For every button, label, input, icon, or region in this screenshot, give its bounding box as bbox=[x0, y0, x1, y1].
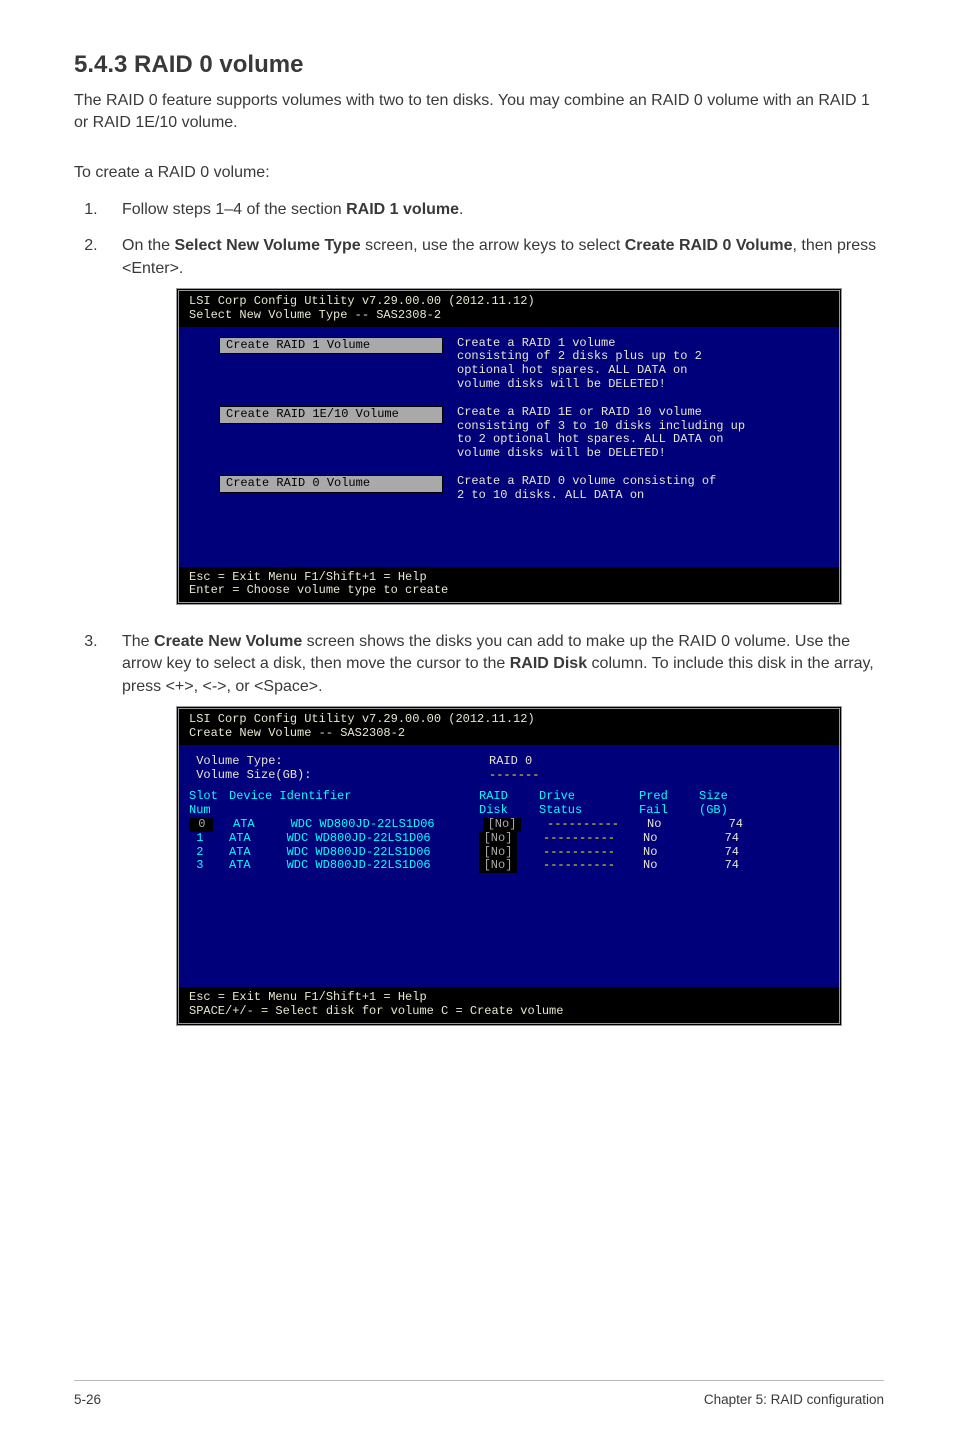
drive-status: ---------- bbox=[543, 832, 643, 846]
step3-bold-d: RAID Disk bbox=[510, 655, 587, 672]
hdr-blank bbox=[229, 804, 479, 818]
lead-paragraph: To create a RAID 0 volume: bbox=[74, 162, 884, 184]
term2-volsize-label: Volume Size(GB): bbox=[189, 769, 489, 783]
step1-bold: RAID 1 volume bbox=[346, 201, 459, 218]
hdr-pred: Pred bbox=[639, 790, 699, 804]
hdr-slot: Slot bbox=[189, 790, 229, 804]
term1-subtitle: Select New Volume Type -- SAS2308-2 bbox=[189, 309, 829, 323]
hdr-fail: Fail bbox=[639, 804, 699, 818]
slot-num: 2 bbox=[189, 846, 209, 860]
hdr-drive: Drive bbox=[539, 790, 639, 804]
term2-footer-1: Esc = Exit Menu F1/Shift+1 = Help bbox=[189, 991, 829, 1005]
intro-paragraph: The RAID 0 feature supports volumes with… bbox=[74, 90, 884, 135]
slot-num: 0 bbox=[189, 818, 213, 832]
disk-row[interactable]: 3 ATA WDC WD800JD-22LS1D06 [No] --------… bbox=[189, 859, 829, 873]
pred-fail: No bbox=[643, 832, 703, 846]
drive-status: ---------- bbox=[543, 846, 643, 860]
raid-disk-cell[interactable]: [No] bbox=[483, 818, 521, 832]
disk-row[interactable]: 1 ATA WDC WD800JD-22LS1D06 [No] --------… bbox=[189, 832, 829, 846]
pred-fail: No bbox=[647, 818, 707, 832]
page-number: 5-26 bbox=[74, 1391, 101, 1410]
drive-status: ---------- bbox=[547, 818, 647, 832]
disk-row[interactable]: 2 ATA WDC WD800JD-22LS1D06 [No] --------… bbox=[189, 846, 829, 860]
hdr-device: Device Identifier bbox=[229, 790, 479, 804]
step3-bold-b: Create New Volume bbox=[154, 633, 302, 650]
step1-text-a: Follow steps 1–4 of the section bbox=[122, 201, 346, 218]
term2-footer-2: SPACE/+/- = Select disk for volume C = C… bbox=[189, 1005, 829, 1019]
term1-option-raid0[interactable]: Create RAID 0 Volume bbox=[219, 475, 443, 493]
slot-num: 1 bbox=[189, 832, 209, 846]
raid-disk-cell[interactable]: [No] bbox=[479, 859, 517, 873]
term1-option-raid0-desc: Create a RAID 0 volume consisting of 2 t… bbox=[457, 475, 716, 503]
term1-option-raid1e-desc: Create a RAID 1E or RAID 10 volume consi… bbox=[457, 406, 745, 461]
hdr-num: Num bbox=[189, 804, 229, 818]
step2-text-c: screen, use the arrow keys to select bbox=[361, 237, 625, 254]
device-id: ATA WDC WD800JD-22LS1D06 bbox=[229, 832, 479, 846]
step2-text-a: On the bbox=[122, 237, 174, 254]
hdr-raid: RAID bbox=[479, 790, 539, 804]
hdr-gb: (GB) bbox=[699, 804, 728, 818]
step3-text-a: The bbox=[122, 633, 154, 650]
terminal-1: LSI Corp Config Utility v7.29.00.00 (201… bbox=[176, 288, 842, 605]
term2-voltype-label: Volume Type: bbox=[189, 755, 489, 769]
section-heading: 5.4.3 RAID 0 volume bbox=[74, 48, 884, 82]
pred-fail: No bbox=[643, 859, 703, 873]
disk-row[interactable]: 0 ATA WDC WD800JD-22LS1D06 [No] --------… bbox=[189, 818, 829, 832]
term1-footer-1: Esc = Exit Menu F1/Shift+1 = Help bbox=[189, 571, 829, 585]
term1-option-raid1[interactable]: Create RAID 1 Volume bbox=[219, 337, 443, 355]
term1-option-raid1-desc: Create a RAID 1 volume consisting of 2 d… bbox=[457, 337, 702, 392]
size-gb: 74 bbox=[707, 818, 743, 832]
size-gb: 74 bbox=[703, 832, 739, 846]
chapter-label: Chapter 5: RAID configuration bbox=[704, 1391, 884, 1410]
size-gb: 74 bbox=[703, 859, 739, 873]
hdr-status: Status bbox=[539, 804, 639, 818]
term2-subtitle: Create New Volume -- SAS2308-2 bbox=[189, 727, 829, 741]
step-3: The Create New Volume screen shows the d… bbox=[102, 631, 884, 1026]
device-id: ATA WDC WD800JD-22LS1D06 bbox=[233, 818, 483, 832]
term1-option-raid1e[interactable]: Create RAID 1E/10 Volume bbox=[219, 406, 443, 424]
step-1: Follow steps 1–4 of the section RAID 1 v… bbox=[102, 199, 884, 221]
drive-status: ---------- bbox=[543, 859, 643, 873]
step2-bold-d: Create RAID 0 Volume bbox=[625, 237, 793, 254]
raid-disk-cell[interactable]: [No] bbox=[479, 832, 517, 846]
term1-title: LSI Corp Config Utility v7.29.00.00 (201… bbox=[189, 295, 829, 309]
step2-bold-b: Select New Volume Type bbox=[174, 237, 360, 254]
term2-title: LSI Corp Config Utility v7.29.00.00 (201… bbox=[189, 713, 829, 727]
term2-volsize-value: ------- bbox=[489, 769, 539, 783]
term1-footer-2: Enter = Choose volume type to create bbox=[189, 584, 829, 598]
step1-text-c: . bbox=[459, 201, 463, 218]
pred-fail: No bbox=[643, 846, 703, 860]
footer-rule bbox=[74, 1380, 884, 1381]
device-id: ATA WDC WD800JD-22LS1D06 bbox=[229, 859, 479, 873]
device-id: ATA WDC WD800JD-22LS1D06 bbox=[229, 846, 479, 860]
slot-num: 3 bbox=[189, 859, 209, 873]
raid-disk-cell[interactable]: [No] bbox=[479, 846, 517, 860]
term2-voltype-value: RAID 0 bbox=[489, 755, 532, 769]
size-gb: 74 bbox=[703, 846, 739, 860]
step-2: On the Select New Volume Type screen, us… bbox=[102, 235, 884, 605]
terminal-2: LSI Corp Config Utility v7.29.00.00 (201… bbox=[176, 706, 842, 1026]
hdr-disk: Disk bbox=[479, 804, 539, 818]
hdr-size: Size bbox=[699, 790, 728, 804]
